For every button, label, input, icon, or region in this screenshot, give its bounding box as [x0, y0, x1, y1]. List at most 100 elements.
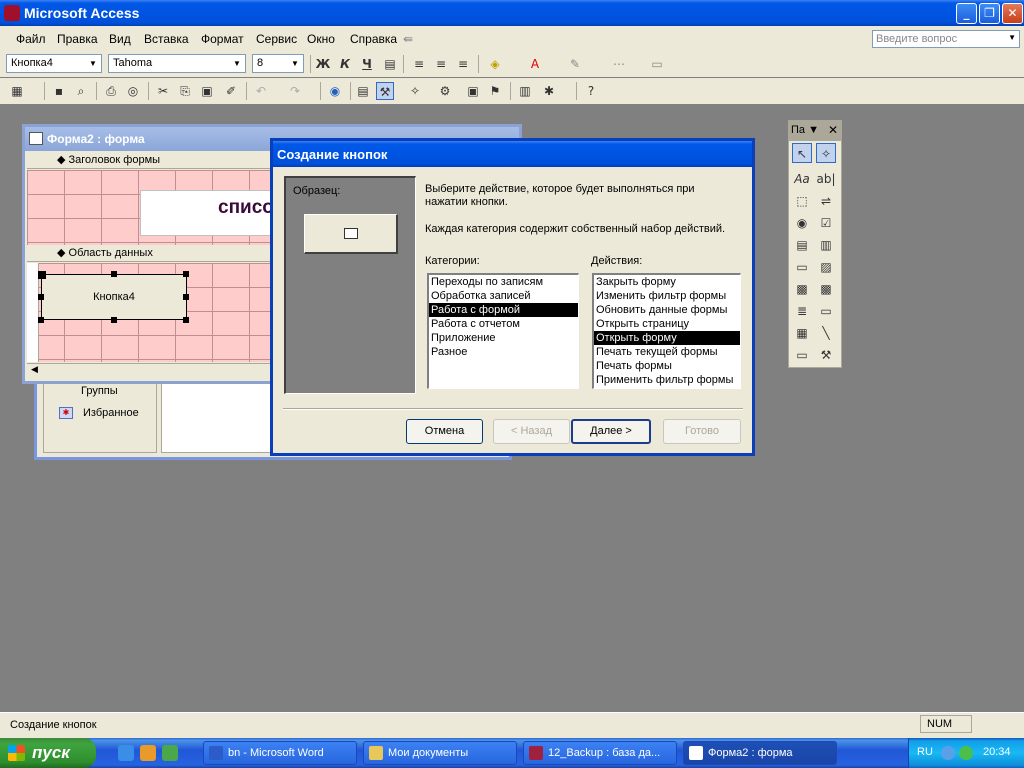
tray-app-icon[interactable] [959, 746, 973, 760]
select-objects-icon[interactable]: ↖ [792, 143, 812, 163]
category-list-item[interactable]: Работа с отчетом [429, 317, 578, 331]
close-button[interactable]: ✕ [1002, 3, 1023, 24]
task-my-documents[interactable]: Мои документы [363, 741, 517, 765]
combo-box-icon[interactable]: ▤ [792, 235, 812, 255]
actions-listbox[interactable]: Закрыть форму Изменить фильтр формы Обнови… [592, 273, 741, 389]
label-tool-icon[interactable]: Aa [792, 169, 812, 189]
task-database[interactable]: 12_Backup : база да... [523, 741, 677, 765]
action-list-item[interactable]: Применить фильтр формы [594, 373, 740, 387]
toggle-button-icon[interactable]: ⇌ [816, 191, 836, 211]
line-tool-icon[interactable]: ╲ [816, 323, 836, 343]
toolbox-title-bar[interactable]: Па ▼ ✕ [789, 121, 841, 141]
more-controls-icon[interactable]: ⚒ [816, 345, 836, 365]
option-group-icon[interactable]: ⬚ [792, 191, 812, 211]
autoformat-icon[interactable]: ✧ [406, 82, 424, 100]
resize-handle[interactable] [183, 271, 189, 277]
close-icon[interactable]: ✕ [828, 123, 838, 137]
category-list-item[interactable]: Работа с формой [429, 303, 578, 317]
undo-icon[interactable]: ↶ [252, 82, 270, 100]
unbound-object-icon[interactable]: ▩ [792, 279, 812, 299]
redo-icon[interactable]: ↷ [286, 82, 304, 100]
special-effect-icon[interactable]: ▭ [648, 55, 666, 73]
subform-icon[interactable]: ▦ [792, 323, 812, 343]
menu-file[interactable]: Файл [16, 32, 46, 46]
copy-icon[interactable]: ⎘ [176, 82, 194, 100]
properties-window-icon[interactable]: ▣ [464, 82, 482, 100]
favorites-item[interactable]: ✱ Избранное [59, 407, 139, 420]
format-painter-icon[interactable]: ✐ [222, 82, 240, 100]
build-icon[interactable]: ⚑ [486, 82, 504, 100]
chevron-down-icon[interactable]: ▼ [808, 124, 819, 136]
textbox-tool-icon[interactable]: ab| [816, 169, 836, 189]
action-list-item[interactable]: Закрыть форму [594, 275, 740, 289]
task-form[interactable]: Форма2 : форма [683, 741, 837, 765]
menu-edit[interactable]: Правка [57, 32, 98, 46]
category-list-item[interactable]: Разное [429, 345, 578, 359]
help-icon[interactable]: ? [582, 82, 600, 100]
resize-handle[interactable] [183, 317, 189, 323]
wizard-title[interactable]: Создание кнопок [273, 141, 752, 167]
menu-format[interactable]: Формат [201, 32, 244, 46]
menu-help[interactable]: Справка [350, 32, 397, 46]
database-window-icon[interactable]: ▥ [516, 82, 534, 100]
fill-color-icon[interactable]: ◈ [486, 55, 504, 73]
back-button[interactable]: < Назад [493, 419, 570, 444]
tab-control-icon[interactable]: ▭ [816, 301, 836, 321]
code-icon[interactable]: ⚙ [436, 82, 454, 100]
category-list-item[interactable]: Переходы по записям [429, 275, 578, 289]
resize-handle[interactable] [111, 317, 117, 323]
action-list-item[interactable]: Печать формы [594, 359, 740, 373]
cancel-button[interactable]: Отмена [406, 419, 483, 444]
toolbox-palette[interactable]: Па ▼ ✕ ↖ ✧ Aa ab| ⬚ ⇌ ◉ ☑ ▤ ▥ ▭ ▨ ▩ ▩ ≣ … [788, 120, 842, 368]
image-icon[interactable]: ▨ [816, 257, 836, 277]
app-title-bar[interactable]: Microsoft Access _ ❐ ✕ [0, 0, 1024, 26]
language-indicator[interactable]: RU [917, 746, 933, 758]
task-word[interactable]: bn - Microsoft Word [203, 741, 357, 765]
resize-handle[interactable] [183, 294, 189, 300]
align-left-icon[interactable]: ≡ [410, 55, 428, 73]
menu-window[interactable]: Окно [307, 32, 335, 46]
resize-handle[interactable] [111, 271, 117, 277]
category-list-item[interactable]: Обработка записей [429, 289, 578, 303]
align-center-icon[interactable]: ≡ [432, 55, 450, 73]
menu-insert[interactable]: Вставка [144, 32, 189, 46]
font-select[interactable]: Tahoma ▼ [108, 54, 246, 73]
underline-button[interactable]: Ч [358, 55, 376, 73]
move-handle[interactable] [38, 271, 46, 279]
action-list-item[interactable]: Изменить фильтр формы [594, 289, 740, 303]
next-button[interactable]: Далее > [571, 419, 651, 444]
action-list-item[interactable]: Открыть страницу [594, 317, 740, 331]
font-size-select[interactable]: 8 ▼ [252, 54, 304, 73]
network-icon[interactable] [941, 746, 955, 760]
toolbar-options-icon[interactable]: ⇚ [403, 32, 413, 46]
bound-object-icon[interactable]: ▩ [816, 279, 836, 299]
checkbox-icon[interactable]: ☑ [816, 213, 836, 233]
minimize-button[interactable]: _ [956, 3, 977, 24]
ie-icon[interactable] [118, 745, 134, 761]
resize-handle[interactable] [38, 317, 44, 323]
media-player-icon[interactable] [140, 745, 156, 761]
properties-icon[interactable]: ▤ [381, 55, 399, 73]
toolbox-icon[interactable]: ⚒ [376, 82, 394, 100]
object-select[interactable]: Кнопка4 ▼ [6, 54, 102, 73]
command-button-control[interactable]: Кнопка4 [41, 274, 187, 320]
command-button-icon[interactable]: ▭ [792, 257, 812, 277]
file-search-icon[interactable]: ⌕ [72, 82, 90, 100]
new-object-icon[interactable]: ✱ [540, 82, 558, 100]
menu-view[interactable]: Вид [109, 32, 131, 46]
control-wizards-icon[interactable]: ✧ [816, 143, 836, 163]
category-list-item[interactable]: Приложение [429, 331, 578, 345]
page-break-icon[interactable]: ≣ [792, 301, 812, 321]
print-icon[interactable]: ⎙ [102, 82, 120, 100]
hyperlink-icon[interactable]: ◉ [326, 82, 344, 100]
option-button-icon[interactable]: ◉ [792, 213, 812, 233]
start-button[interactable]: пуск [0, 738, 96, 768]
field-list-icon[interactable]: ▤ [354, 82, 372, 100]
italic-button[interactable]: К [336, 55, 354, 73]
view-icon[interactable]: ▦ [8, 82, 26, 100]
categories-listbox[interactable]: Переходы по записям Обработка записей Рабо… [427, 273, 579, 389]
bold-button[interactable]: Ж [314, 55, 332, 73]
list-box-icon[interactable]: ▥ [816, 235, 836, 255]
align-right-icon[interactable]: ≡ [454, 55, 472, 73]
scroll-left-icon[interactable]: ◀ [31, 365, 38, 375]
